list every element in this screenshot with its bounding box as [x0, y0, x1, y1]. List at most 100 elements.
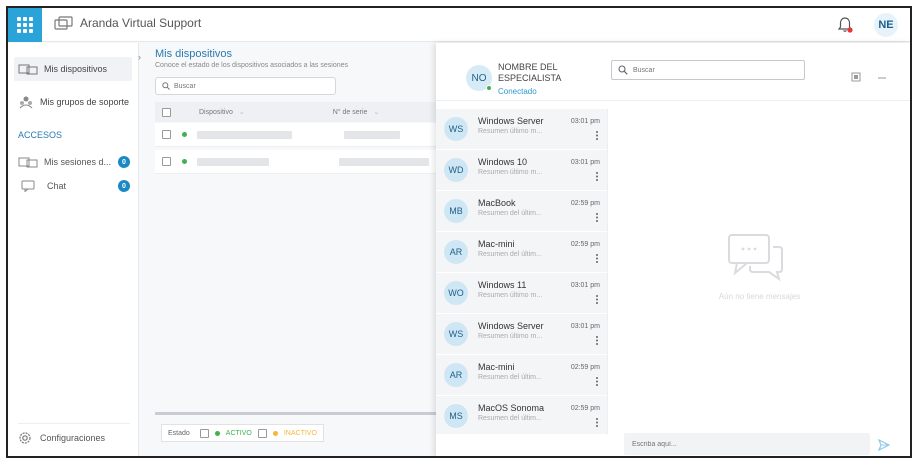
empty-chat-icon: [728, 234, 783, 281]
conversation-avatar: AR: [444, 240, 468, 264]
conversation-summary: Resumen último m...: [478, 128, 543, 135]
active-filter-checkbox[interactable]: [199, 428, 209, 438]
chat-panel: NO NOMBRE DEL ESPECIALISTA Conectado Bus…: [436, 43, 910, 456]
conversation-summary: Resumen último m...: [478, 292, 543, 299]
conversation-avatar: WO: [444, 281, 468, 305]
sidebar-item-label: Mis sesiones d...: [44, 157, 112, 167]
sidebar-item-chat[interactable]: Chat 0: [18, 177, 130, 195]
conversation-list: WS Windows Server Resumen último m... 03…: [436, 109, 608, 434]
conversation-time: 03:01 pm: [570, 118, 600, 125]
device-search-input[interactable]: [174, 82, 324, 90]
apps-menu-button[interactable]: [8, 8, 42, 42]
table-row[interactable]: [155, 150, 455, 174]
chat-search-input[interactable]: [633, 66, 793, 74]
settings-label: Configuraciones: [40, 432, 106, 443]
inactive-status-dot: [272, 430, 278, 436]
conversation-time: 02:59 pm: [570, 364, 600, 371]
status-filter-label: Estado: [168, 429, 190, 437]
sidebar-item-label: Chat: [47, 181, 67, 191]
chat-header: NO NOMBRE DEL ESPECIALISTA Conectado: [436, 43, 910, 101]
select-all-checkbox[interactable]: [162, 107, 171, 117]
conversation-item[interactable]: MS MacOS Sonoma Resumen del últim... 02:…: [436, 396, 607, 434]
conversation-name: MacOS Sonoma: [478, 403, 545, 413]
conversation-avatar: AR: [444, 363, 468, 387]
settings-link[interactable]: Configuraciones: [18, 423, 130, 445]
conversation-name: Windows Server: [478, 116, 544, 126]
sidebar-item-mis-dispositivos[interactable]: Mis dispositivos: [14, 57, 132, 81]
user-avatar[interactable]: NE: [874, 13, 898, 37]
sidebar-item-mis-grupos-de-soporte[interactable]: Mis grupos de soporte: [14, 90, 132, 114]
online-status-dot: [486, 85, 492, 91]
conversation-item[interactable]: AR Mac-mini Resumen del últim... 02:59 p…: [436, 355, 607, 396]
gear-icon: [19, 431, 31, 444]
sessions-icon: [18, 157, 38, 168]
group-icon: [19, 96, 33, 109]
conversation-item[interactable]: WO Windows 11 Resumen último m... 03:01 …: [436, 273, 607, 314]
sort-chevron-icon[interactable]: ⌄: [373, 108, 379, 116]
column-header-serie[interactable]: N° de serie: [333, 109, 368, 116]
conversation-summary: Resumen del últim...: [478, 251, 542, 258]
conversation-time: 02:59 pm: [570, 241, 600, 248]
inactive-filter-checkbox[interactable]: [257, 428, 267, 438]
horizontal-scrollbar[interactable]: [155, 412, 450, 415]
conversation-summary: Resumen último m...: [478, 333, 543, 340]
more-options-icon[interactable]: [596, 213, 598, 222]
more-options-icon[interactable]: [596, 418, 598, 427]
conversation-name: MacBook: [478, 198, 516, 208]
count-badge: 0: [118, 156, 130, 168]
more-options-icon[interactable]: [596, 336, 598, 345]
conversation-summary: Resumen del últim...: [478, 374, 542, 381]
conversation-time: 02:59 pm: [570, 200, 600, 207]
conversation-item[interactable]: MB MacBook Resumen del últim... 02:59 pm: [436, 191, 607, 232]
conversation-avatar: WD: [444, 158, 468, 182]
conversation-time: 03:01 pm: [570, 282, 600, 289]
conversation-name: Mac-mini: [478, 239, 515, 249]
message-input[interactable]: [632, 440, 852, 448]
notifications-bell-icon[interactable]: [836, 16, 854, 34]
conversation-summary: Resumen del últim...: [478, 210, 542, 217]
conversation-avatar: MB: [444, 199, 468, 223]
conversation-item[interactable]: WD Windows 10 Resumen último m... 03:01 …: [436, 150, 607, 191]
more-options-icon[interactable]: [596, 131, 598, 140]
collapse-sidebar-chevron-icon[interactable]: ›: [138, 52, 148, 62]
serial-redacted: [344, 130, 400, 139]
column-header-dispositivo[interactable]: Dispositivo: [199, 109, 233, 116]
inactive-filter-label: INACTIVO: [283, 429, 317, 437]
table-row[interactable]: [155, 123, 455, 147]
status-filter: Estado ACTIVO INACTIVO: [161, 424, 324, 442]
send-icon[interactable]: [878, 439, 890, 451]
app-title: Aranda Virtual Support: [80, 16, 202, 30]
conversation-item[interactable]: WS Windows Server Resumen último m... 03…: [436, 109, 607, 150]
more-options-icon[interactable]: [596, 377, 598, 386]
row-checkbox[interactable]: [162, 130, 171, 139]
active-filter-label: ACTIVO: [225, 429, 252, 437]
devices-icon: [18, 64, 38, 75]
sidebar-item-label: Mis grupos de soporte: [40, 97, 130, 107]
conversation-name: Windows Server: [478, 321, 544, 331]
brand: Aranda Virtual Support: [54, 16, 201, 30]
expand-icon[interactable]: [851, 72, 861, 82]
conversation-name: Windows 11: [478, 280, 527, 290]
active-status-dot: [214, 430, 220, 436]
conversation-item[interactable]: AR Mac-mini Resumen del últim... 02:59 p…: [436, 232, 607, 273]
sidebar-item-mis-sesiones[interactable]: Mis sesiones d... 0: [18, 153, 130, 171]
empty-chat-message: Aún no tiene mensajes: [718, 292, 801, 301]
specialist-name: NOMBRE DEL ESPECIALISTA: [498, 62, 562, 83]
sort-chevron-icon[interactable]: ⌄: [239, 108, 245, 116]
more-options-icon[interactable]: [596, 254, 598, 263]
empty-chat-area: Aún no tiene mensajes: [609, 109, 910, 419]
serial-redacted: [339, 157, 429, 166]
page-title: Mis dispositivos: [155, 48, 233, 60]
search-icon: [162, 82, 170, 90]
chat-search-box: [611, 60, 805, 80]
conversation-item[interactable]: WS Windows Server Resumen último m... 03…: [436, 314, 607, 355]
conversation-avatar: WS: [444, 117, 468, 141]
more-options-icon[interactable]: [596, 172, 598, 181]
row-checkbox[interactable]: [162, 157, 171, 166]
device-name-redacted: [197, 157, 269, 166]
chat-icon: [21, 180, 35, 192]
conversation-avatar: WS: [444, 322, 468, 346]
status-dot: [182, 132, 187, 137]
minimize-icon[interactable]: [877, 72, 887, 82]
more-options-icon[interactable]: [596, 295, 598, 304]
